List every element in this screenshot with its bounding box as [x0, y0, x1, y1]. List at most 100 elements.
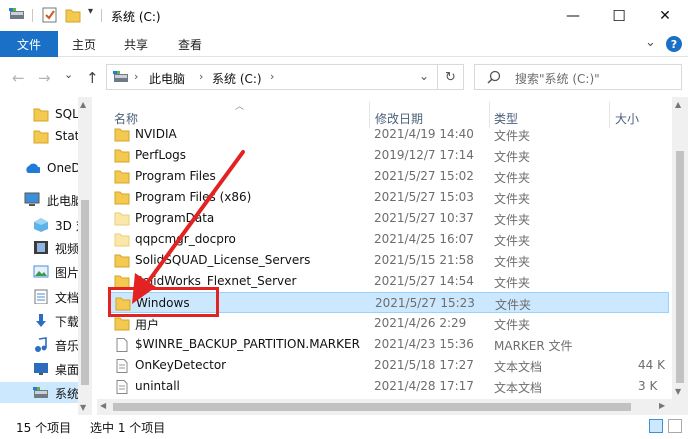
nav-item-pictures[interactable]: 图片	[0, 261, 79, 282]
breadcrumb-separator-icon[interactable]: ›	[134, 70, 138, 83]
file-row[interactable]: Program Files 2021/5/27 15:02 文件夹	[108, 166, 669, 187]
properties-icon[interactable]	[42, 7, 57, 23]
file-name: NVIDIA	[135, 127, 177, 141]
file-date: 2021/4/25 16:07	[374, 232, 474, 246]
minimize-button[interactable]: —	[550, 0, 596, 31]
tab-home[interactable]: 主页	[72, 36, 96, 53]
scroll-down-icon[interactable]: ▼	[675, 387, 681, 396]
file-row[interactable]: qqpcmgr_docpro 2021/4/25 16:07 文件夹	[108, 229, 669, 250]
file-row[interactable]: unintall 2021/4/28 17:17 文本文档 3 K	[108, 376, 669, 397]
breadcrumb-this-pc[interactable]: 此电脑	[149, 70, 185, 87]
video-icon	[34, 241, 48, 254]
scroll-right-icon[interactable]: ▶	[659, 401, 665, 410]
file-name: $WINRE_BACKUP_PARTITION.MARKER	[135, 337, 360, 351]
tab-file[interactable]: 文件	[0, 31, 58, 57]
nav-item-label: 文档	[55, 291, 80, 305]
breadcrumb-drive-c[interactable]: 系统 (C:)	[212, 70, 262, 87]
file-icon	[116, 359, 128, 373]
file-date: 2021/5/27 15:03	[374, 190, 474, 204]
folder-icon	[114, 212, 130, 226]
tab-share[interactable]: 共享	[124, 36, 148, 53]
nav-item-music[interactable]: 音乐	[0, 334, 80, 355]
nav-item-videos[interactable]: 视频	[0, 237, 80, 258]
close-button[interactable]: ✕	[642, 0, 688, 31]
folder-icon	[33, 130, 49, 144]
scrollbar-thumb[interactable]	[676, 151, 684, 383]
scrollbar-thumb[interactable]	[113, 403, 631, 411]
scrollbar-thumb[interactable]	[81, 200, 89, 385]
folder-icon	[114, 128, 130, 142]
search-box[interactable]: 搜索"系统 (C:)"	[474, 64, 682, 90]
search-input[interactable]: 搜索"系统 (C:)"	[515, 70, 600, 87]
file-row[interactable]: $WINRE_BACKUP_PARTITION.MARKER 2021/4/23 …	[108, 334, 669, 355]
tab-view[interactable]: 查看	[178, 36, 202, 53]
nav-item-3d-objects[interactable]: 3D 对	[0, 214, 88, 235]
file-name: ProgramData	[135, 211, 215, 225]
scroll-left-icon[interactable]: ◀	[100, 401, 106, 410]
scroll-down-icon[interactable]: ▼	[80, 403, 86, 412]
nav-item-drive-c[interactable]: 系统	[0, 382, 80, 403]
address-dropdown-icon[interactable]: ⌄	[419, 69, 429, 83]
ribbon-expand-icon[interactable]: ⌄	[645, 35, 656, 50]
nav-item-label: 音乐	[55, 339, 80, 353]
scroll-up-icon[interactable]: ▲	[80, 100, 86, 109]
breadcrumb-separator-icon[interactable]: ›	[199, 70, 203, 83]
file-name: 用户	[135, 318, 160, 332]
toolbar-divider	[32, 9, 33, 22]
file-type: 文件夹	[494, 213, 531, 227]
maximize-button[interactable]: ☐	[596, 0, 642, 31]
pictures-icon	[33, 265, 49, 278]
refresh-button[interactable]: ↻	[437, 65, 463, 89]
navpane-scrollbar[interactable]: ▲ ▼	[78, 97, 92, 415]
file-list-horizontal-scrollbar[interactable]: ◀ ▶	[97, 399, 672, 415]
large-icons-view-icon[interactable]	[668, 419, 682, 433]
help-icon[interactable]: ?	[666, 36, 682, 52]
address-bar[interactable]: › 此电脑 › 系统 (C:) › ⌄ ↻	[106, 64, 464, 90]
file-date: 2021/5/27 10:37	[374, 211, 474, 225]
documents-icon	[34, 289, 48, 304]
nav-item-downloads[interactable]: 下载	[0, 310, 80, 331]
file-name: qqpcmgr_docpro	[135, 232, 236, 246]
nav-item-label: OneD	[47, 161, 81, 175]
nav-item-stat[interactable]: Stat	[0, 126, 80, 147]
file-name: OnKeyDetector	[135, 358, 227, 372]
nav-item-label: Stat	[55, 129, 80, 143]
file-date: 2021/4/23 15:36	[374, 337, 474, 351]
details-view-icon[interactable]	[649, 419, 663, 433]
recent-locations-icon[interactable]: ⌄	[64, 68, 73, 81]
file-list-vertical-scrollbar[interactable]: ▲ ▼	[672, 97, 688, 415]
desktop-icon	[34, 363, 48, 375]
back-button[interactable]: ←	[12, 69, 25, 87]
folder-icon	[114, 149, 130, 163]
file-date: 2021/4/28 17:17	[374, 379, 474, 393]
file-name: PerfLogs	[135, 148, 187, 162]
nav-item-sql[interactable]: SQL	[0, 104, 79, 125]
file-row[interactable]: Program Files (x86) 2021/5/27 15:03 文件夹	[108, 187, 669, 208]
nav-item-label: 视频	[55, 242, 80, 256]
up-button[interactable]: ↑	[86, 69, 99, 87]
file-row[interactable]: SolidSQUAD_License_Servers 2021/5/15 21:5…	[108, 250, 669, 271]
file-size: 44 K	[638, 358, 665, 372]
forward-button[interactable]: →	[38, 69, 51, 87]
file-row[interactable]: PerfLogs 2019/12/7 17:14 文件夹	[108, 145, 669, 166]
file-row[interactable]: NVIDIA 2021/4/19 14:40 文件夹	[108, 124, 669, 145]
new-folder-icon[interactable]	[65, 7, 81, 23]
file-type: 文件夹	[494, 129, 531, 143]
nav-item-this-pc[interactable]: 此电脑	[0, 189, 83, 210]
scroll-up-icon[interactable]: ▲	[675, 100, 681, 109]
nav-item-label: 下载	[55, 315, 80, 329]
breadcrumb-separator-icon[interactable]: ›	[270, 70, 274, 83]
file-date: 2021/5/27 14:54	[374, 274, 474, 288]
selection-count: 选中 1 个项目	[90, 421, 166, 435]
file-type: 文件夹	[494, 150, 531, 164]
drive-icon	[33, 387, 48, 398]
nav-item-label: 系统	[55, 387, 80, 401]
nav-item-documents[interactable]: 文档	[0, 286, 80, 307]
file-row[interactable]: ProgramData 2021/5/27 10:37 文件夹	[108, 208, 669, 229]
nav-item-onedrive[interactable]: OneD	[0, 158, 81, 179]
quick-access-dropdown-icon[interactable]: ▾	[88, 6, 93, 17]
file-type: 文件夹	[494, 234, 531, 248]
nav-item-desktop[interactable]: 桌面	[0, 358, 79, 379]
file-row[interactable]: OnKeyDetector 2021/5/18 17:27 文本文档 44 K	[108, 355, 669, 376]
file-date: 2021/5/27 15:02	[374, 169, 474, 183]
